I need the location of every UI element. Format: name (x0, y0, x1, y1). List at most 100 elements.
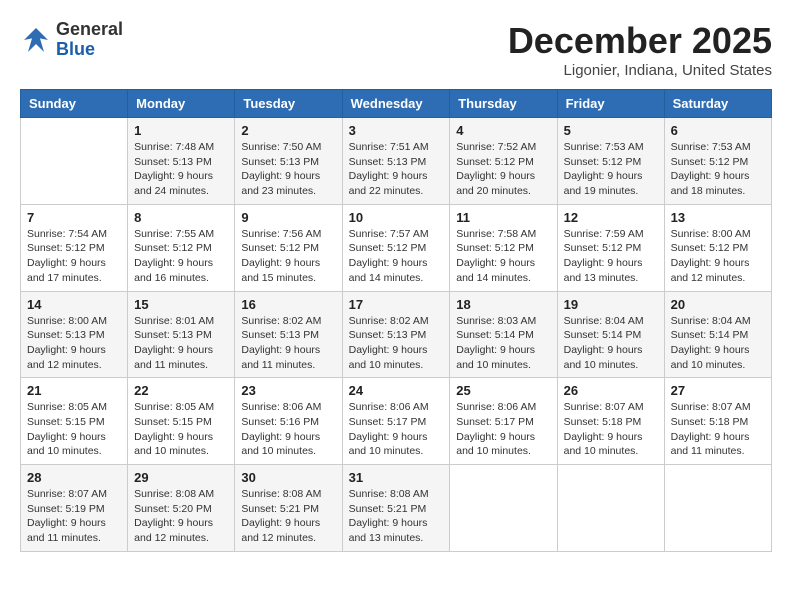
day-number: 12 (564, 210, 658, 225)
day-info: Sunrise: 8:04 AMSunset: 5:14 PMDaylight:… (564, 314, 658, 373)
weekday-header-monday: Monday (128, 90, 235, 118)
title-block: December 2025 Ligonier, Indiana, United … (508, 20, 772, 79)
calendar-cell: 2 Sunrise: 7:50 AMSunset: 5:13 PMDaylight… (235, 118, 342, 205)
calendar-cell: 30 Sunrise: 8:08 AMSunset: 5:21 PMDayligh… (235, 465, 342, 552)
calendar-cell: 13 Sunrise: 8:00 AMSunset: 5:12 PMDayligh… (664, 204, 771, 291)
day-number: 3 (349, 123, 444, 138)
day-info: Sunrise: 7:59 AMSunset: 5:12 PMDaylight:… (564, 227, 658, 286)
calendar-cell: 31Sunrise: 8:08 AMSunset: 5:21 PMDayligh… (342, 465, 450, 552)
day-info: Sunrise: 7:57 AMSunset: 5:12 PMDaylight:… (349, 227, 444, 286)
calendar-cell: 29 Sunrise: 8:08 AMSunset: 5:20 PMDayligh… (128, 465, 235, 552)
day-info: Sunrise: 8:06 AMSunset: 5:17 PMDaylight:… (349, 400, 444, 459)
day-info: Sunrise: 8:08 AMSunset: 5:21 PMDaylight:… (349, 487, 444, 546)
day-number: 10 (349, 210, 444, 225)
calendar-cell: 25Sunrise: 8:06 AMSunset: 5:17 PMDayligh… (450, 378, 557, 465)
day-number: 16 (241, 297, 335, 312)
calendar-cell: 11 Sunrise: 7:58 AMSunset: 5:12 PMDayligh… (450, 204, 557, 291)
day-number: 21 (27, 383, 121, 398)
weekday-header-friday: Friday (557, 90, 664, 118)
calendar-cell: 27Sunrise: 8:07 AMSunset: 5:18 PMDayligh… (664, 378, 771, 465)
calendar-cell: 10 Sunrise: 7:57 AMSunset: 5:12 PMDayligh… (342, 204, 450, 291)
calendar-cell: 19Sunrise: 8:04 AMSunset: 5:14 PMDayligh… (557, 291, 664, 378)
logo-blue: Blue (56, 40, 123, 60)
day-info: Sunrise: 8:02 AMSunset: 5:13 PMDaylight:… (349, 314, 444, 373)
weekday-header-thursday: Thursday (450, 90, 557, 118)
calendar-cell: 26 Sunrise: 8:07 AMSunset: 5:18 PMDayligh… (557, 378, 664, 465)
weekday-header-sunday: Sunday (21, 90, 128, 118)
day-info: Sunrise: 8:07 AMSunset: 5:19 PMDaylight:… (27, 487, 121, 546)
calendar-cell (21, 118, 128, 205)
day-info: Sunrise: 8:00 AMSunset: 5:12 PMDaylight:… (671, 227, 765, 286)
weekday-header-tuesday: Tuesday (235, 90, 342, 118)
day-info: Sunrise: 8:08 AMSunset: 5:21 PMDaylight:… (241, 487, 335, 546)
calendar-cell: 14 Sunrise: 8:00 AMSunset: 5:13 PMDayligh… (21, 291, 128, 378)
calendar-cell (664, 465, 771, 552)
calendar-cell: 15Sunrise: 8:01 AMSunset: 5:13 PMDayligh… (128, 291, 235, 378)
day-info: Sunrise: 8:03 AMSunset: 5:14 PMDaylight:… (456, 314, 550, 373)
logo-bird-icon (20, 24, 52, 56)
calendar-week-row: 1Sunrise: 7:48 AMSunset: 5:13 PMDaylight… (21, 118, 772, 205)
day-info: Sunrise: 7:54 AMSunset: 5:12 PMDaylight:… (27, 227, 121, 286)
day-number: 2 (241, 123, 335, 138)
day-info: Sunrise: 7:52 AMSunset: 5:12 PMDaylight:… (456, 140, 550, 199)
weekday-header-saturday: Saturday (664, 90, 771, 118)
day-number: 15 (134, 297, 228, 312)
day-number: 28 (27, 470, 121, 485)
day-info: Sunrise: 8:07 AMSunset: 5:18 PMDaylight:… (564, 400, 658, 459)
day-info: Sunrise: 7:53 AMSunset: 5:12 PMDaylight:… (671, 140, 765, 199)
day-number: 20 (671, 297, 765, 312)
calendar-cell (557, 465, 664, 552)
calendar-week-row: 28 Sunrise: 8:07 AMSunset: 5:19 PMDayligh… (21, 465, 772, 552)
calendar-cell: 23Sunrise: 8:06 AMSunset: 5:16 PMDayligh… (235, 378, 342, 465)
day-number: 27 (671, 383, 765, 398)
day-info: Sunrise: 8:06 AMSunset: 5:17 PMDaylight:… (456, 400, 550, 459)
logo-text: General Blue (56, 20, 123, 60)
day-number: 17 (349, 297, 444, 312)
day-info: Sunrise: 7:55 AMSunset: 5:12 PMDaylight:… (134, 227, 228, 286)
logo-general: General (56, 20, 123, 40)
calendar-week-row: 21 Sunrise: 8:05 AMSunset: 5:15 PMDayligh… (21, 378, 772, 465)
calendar-cell: 7 Sunrise: 7:54 AMSunset: 5:12 PMDaylight… (21, 204, 128, 291)
calendar-cell: 24Sunrise: 8:06 AMSunset: 5:17 PMDayligh… (342, 378, 450, 465)
day-number: 22 (134, 383, 228, 398)
calendar-cell: 20 Sunrise: 8:04 AMSunset: 5:14 PMDayligh… (664, 291, 771, 378)
day-info: Sunrise: 8:05 AMSunset: 5:15 PMDaylight:… (27, 400, 121, 459)
day-number: 6 (671, 123, 765, 138)
weekday-header-row: SundayMondayTuesdayWednesdayThursdayFrid… (21, 90, 772, 118)
calendar-cell: 28 Sunrise: 8:07 AMSunset: 5:19 PMDayligh… (21, 465, 128, 552)
calendar-cell: 21 Sunrise: 8:05 AMSunset: 5:15 PMDayligh… (21, 378, 128, 465)
calendar-cell: 16Sunrise: 8:02 AMSunset: 5:13 PMDayligh… (235, 291, 342, 378)
day-number: 11 (456, 210, 550, 225)
calendar-cell: 4Sunrise: 7:52 AMSunset: 5:12 PMDaylight… (450, 118, 557, 205)
day-number: 7 (27, 210, 121, 225)
day-number: 5 (564, 123, 658, 138)
day-number: 13 (671, 210, 765, 225)
day-number: 18 (456, 297, 550, 312)
day-info: Sunrise: 8:06 AMSunset: 5:16 PMDaylight:… (241, 400, 335, 459)
day-number: 9 (241, 210, 335, 225)
day-number: 14 (27, 297, 121, 312)
day-number: 29 (134, 470, 228, 485)
day-number: 30 (241, 470, 335, 485)
calendar-cell: 9Sunrise: 7:56 AMSunset: 5:12 PMDaylight… (235, 204, 342, 291)
day-info: Sunrise: 7:58 AMSunset: 5:12 PMDaylight:… (456, 227, 550, 286)
calendar-cell: 6 Sunrise: 7:53 AMSunset: 5:12 PMDaylight… (664, 118, 771, 205)
logo: General Blue (20, 20, 123, 60)
calendar-cell (450, 465, 557, 552)
weekday-header-wednesday: Wednesday (342, 90, 450, 118)
day-info: Sunrise: 7:51 AMSunset: 5:13 PMDaylight:… (349, 140, 444, 199)
day-info: Sunrise: 8:08 AMSunset: 5:20 PMDaylight:… (134, 487, 228, 546)
calendar-cell: 18 Sunrise: 8:03 AMSunset: 5:14 PMDayligh… (450, 291, 557, 378)
day-number: 1 (134, 123, 228, 138)
day-info: Sunrise: 7:50 AMSunset: 5:13 PMDaylight:… (241, 140, 335, 199)
day-number: 26 (564, 383, 658, 398)
calendar-table: SundayMondayTuesdayWednesdayThursdayFrid… (20, 89, 772, 552)
calendar-cell: 12 Sunrise: 7:59 AMSunset: 5:12 PMDayligh… (557, 204, 664, 291)
day-info: Sunrise: 8:04 AMSunset: 5:14 PMDaylight:… (671, 314, 765, 373)
calendar-cell: 1Sunrise: 7:48 AMSunset: 5:13 PMDaylight… (128, 118, 235, 205)
calendar-cell: 5Sunrise: 7:53 AMSunset: 5:12 PMDaylight… (557, 118, 664, 205)
calendar-cell: 17 Sunrise: 8:02 AMSunset: 5:13 PMDayligh… (342, 291, 450, 378)
day-info: Sunrise: 8:05 AMSunset: 5:15 PMDaylight:… (134, 400, 228, 459)
day-number: 8 (134, 210, 228, 225)
day-info: Sunrise: 8:00 AMSunset: 5:13 PMDaylight:… (27, 314, 121, 373)
